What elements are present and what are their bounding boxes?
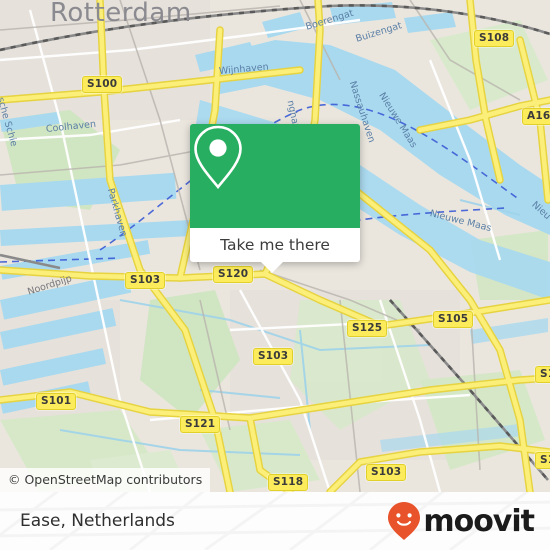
road-shield-s125: S125: [347, 320, 388, 337]
road-shield-s105: S105: [433, 311, 474, 328]
map-pin-icon: [194, 125, 242, 190]
map-callout-card[interactable]: Take me there: [190, 124, 360, 262]
moovit-brand[interactable]: moovit: [387, 492, 535, 550]
road-shield-s101: S101: [36, 393, 77, 410]
road-shield-s1: S1: [535, 366, 550, 383]
road-shield-s121: S121: [180, 416, 221, 433]
take-me-there-label: Take me there: [220, 236, 330, 254]
map-canvas[interactable]: Rotterdam Boerengat Buizengat Wijnhaven Nas…: [0, 0, 550, 492]
moovit-smiley-pin-icon: [388, 502, 421, 540]
road-shield-s120: S120: [213, 266, 254, 283]
place-name-label: Ease, Netherlands: [20, 511, 175, 531]
callout-tail: [261, 262, 283, 273]
road-shield-s1: S1: [535, 452, 550, 469]
moovit-wordmark: moovit: [423, 503, 535, 539]
road-shield-a16: A16: [522, 108, 550, 125]
bottom-bar: Ease, Netherlands moovit: [0, 492, 550, 550]
map-attribution[interactable]: © OpenStreetMap contributors: [0, 468, 211, 492]
take-me-there-button[interactable]: Take me there: [190, 228, 360, 262]
road-shield-s103: S103: [253, 348, 294, 365]
road-shield-s100: S100: [82, 76, 123, 93]
callout-header: [190, 124, 360, 228]
road-shield-s108: S108: [474, 30, 515, 47]
road-shield-s118: S118: [268, 474, 309, 491]
moovit-map-screen: Rotterdam Boerengat Buizengat Wijnhaven Nas…: [0, 0, 550, 550]
road-shield-s103: S103: [125, 272, 166, 289]
road-shield-s103: S103: [366, 464, 407, 481]
